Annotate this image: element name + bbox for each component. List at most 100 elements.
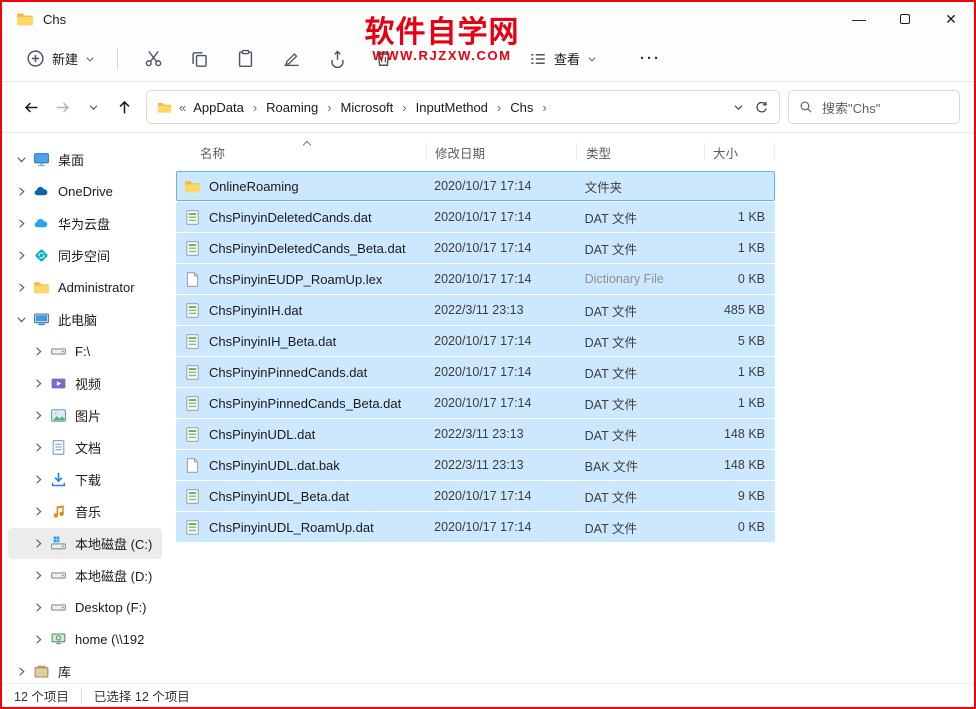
new-button[interactable]: 新建	[16, 42, 105, 75]
breadcrumb-item[interactable]: Chs	[509, 98, 554, 117]
sidebar-item-desktop-f[interactable]: Desktop (F:)	[8, 592, 162, 623]
file-type: DAT 文件	[584, 211, 637, 226]
toolbar-divider	[117, 47, 119, 70]
sidebar-item-huawei-cloud[interactable]: 华为云盘	[8, 208, 162, 239]
ChsPinyinDeletedCands_Beta.dat[interactable]: ChsPinyinDeletedCands_Beta.dat 2020/10/1…	[176, 233, 775, 263]
search-box[interactable]: 搜索"Chs"	[788, 90, 960, 124]
address-bar[interactable]: « AppData Roaming Microsoft InputMethod …	[146, 90, 780, 124]
view-button[interactable]: 查看	[520, 42, 606, 75]
sidebar-item-icon	[33, 151, 50, 168]
share-button[interactable]	[314, 41, 360, 77]
column-header-date[interactable]: 修改日期	[426, 143, 576, 161]
chevron-right-icon[interactable]	[33, 538, 44, 549]
sidebar-item-sync-space[interactable]: 同步空间	[8, 240, 162, 271]
sidebar-item-label: 文档	[75, 441, 102, 456]
ChsPinyinDeletedCands.dat[interactable]: ChsPinyinDeletedCands.dat 2020/10/17 17:…	[176, 202, 775, 232]
breadcrumb-item[interactable]: Roaming	[265, 98, 339, 117]
file-type: DAT 文件	[584, 242, 637, 257]
breadcrumb-item[interactable]: Microsoft	[340, 98, 415, 117]
sidebar-item-drive-f[interactable]: F:\	[8, 336, 162, 367]
paste-button[interactable]	[222, 41, 268, 77]
chevron-right-icon[interactable]	[16, 218, 27, 229]
view-label: 查看	[554, 52, 581, 67]
chevron-right-icon[interactable]	[33, 346, 44, 357]
file-size: 148 KB	[723, 458, 765, 472]
maximize-button[interactable]	[882, 2, 928, 36]
ChsPinyinEUDP_RoamUp.lex[interactable]: ChsPinyinEUDP_RoamUp.lex 2020/10/17 17:1…	[176, 264, 775, 294]
chevron-right-icon[interactable]	[33, 634, 44, 645]
sidebar-item-videos[interactable]: 视频	[8, 368, 162, 399]
items-count: 12 个项目	[14, 690, 69, 704]
up-button[interactable]	[109, 92, 140, 123]
sidebar-item-documents[interactable]: 文档	[8, 432, 162, 463]
column-header-name[interactable]: 名称	[176, 143, 426, 161]
chevron-right-icon[interactable]	[16, 282, 27, 293]
chevron-right-icon[interactable]	[16, 314, 27, 325]
chevron-right-icon[interactable]	[33, 602, 44, 613]
chevron-right-icon[interactable]	[33, 506, 44, 517]
minimize-button[interactable]: —	[836, 2, 882, 36]
toolbar-button-icon	[236, 49, 255, 68]
delete-button[interactable]	[360, 41, 406, 77]
ChsPinyinUDL.dat.bak[interactable]: ChsPinyinUDL.dat.bak 2022/3/11 23:13 BAK…	[176, 450, 775, 480]
sidebar-item-label: 本地磁盘 (D:)	[75, 569, 153, 584]
ChsPinyinUDL_Beta.dat[interactable]: ChsPinyinUDL_Beta.dat 2020/10/17 17:14 D…	[176, 481, 775, 511]
sidebar-item-home-share[interactable]: home (\\192	[8, 624, 162, 655]
sidebar-item-label: OneDrive	[58, 184, 113, 199]
file-name: ChsPinyinIH_Beta.dat	[209, 333, 337, 349]
sidebar-item-label: F:\	[75, 344, 91, 359]
ChsPinyinIH.dat[interactable]: ChsPinyinIH.dat 2022/3/11 23:13 DAT 文件 4…	[176, 295, 775, 325]
sidebar-item-downloads[interactable]: 下载	[8, 464, 162, 495]
sidebar-item-onedrive[interactable]: OneDrive	[8, 176, 162, 207]
recent-locations-button[interactable]	[78, 92, 109, 123]
chevron-right-icon[interactable]	[16, 154, 27, 165]
copy-button[interactable]	[176, 41, 222, 77]
sidebar-item-label: 此电脑	[58, 313, 98, 328]
sidebar-item-this-pc[interactable]: 此电脑	[8, 304, 162, 335]
ChsPinyinPinnedCands_Beta.dat[interactable]: ChsPinyinPinnedCands_Beta.dat 2020/10/17…	[176, 388, 775, 418]
sidebar-item-desktop[interactable]: 桌面	[8, 144, 162, 175]
address-dropdown-icon[interactable]	[733, 102, 744, 113]
column-header-size[interactable]: 大小	[704, 143, 775, 161]
chevron-right-icon[interactable]	[16, 186, 27, 197]
refresh-icon[interactable]	[754, 100, 769, 115]
chevron-right-icon[interactable]	[33, 442, 44, 453]
more-options-button[interactable]: ···	[632, 46, 669, 71]
file-size: 485 KB	[723, 303, 765, 317]
OnlineRoaming[interactable]: OnlineRoaming 2020/10/17 17:14 文件夹	[176, 171, 775, 201]
chevron-right-icon[interactable]	[33, 378, 44, 389]
cut-button[interactable]	[130, 41, 176, 77]
file-date-modified: 2022/3/11 23:13	[434, 427, 524, 441]
file-name-cell: ChsPinyinIH_Beta.dat	[177, 333, 426, 350]
ChsPinyinUDL.dat[interactable]: ChsPinyinUDL.dat 2022/3/11 23:13 DAT 文件 …	[176, 419, 775, 449]
ChsPinyinUDL_RoamUp.dat[interactable]: ChsPinyinUDL_RoamUp.dat 2020/10/17 17:14…	[176, 512, 775, 542]
chevron-right-icon[interactable]	[33, 410, 44, 421]
ChsPinyinIH_Beta.dat[interactable]: ChsPinyinIH_Beta.dat 2020/10/17 17:14 DA…	[176, 326, 775, 356]
breadcrumb-item[interactable]: AppData	[192, 98, 265, 117]
chevron-right-icon[interactable]	[33, 570, 44, 581]
back-button[interactable]	[16, 92, 47, 123]
file-size: 1 KB	[737, 210, 765, 224]
sidebar-item-music[interactable]: 音乐	[8, 496, 162, 527]
rename-button[interactable]	[268, 41, 314, 77]
chevron-right-icon[interactable]	[33, 474, 44, 485]
forward-button[interactable]	[47, 92, 78, 123]
file-icon	[184, 395, 201, 412]
sidebar-item-local-disk-c[interactable]: 本地磁盘 (C:)	[8, 528, 162, 559]
breadcrumb-overflow[interactable]: «	[179, 100, 186, 115]
file-type: Dictionary File	[584, 272, 664, 286]
sidebar-item-pictures[interactable]: 图片	[8, 400, 162, 431]
sidebar-item-libraries[interactable]: 库	[8, 656, 162, 683]
file-icon	[184, 302, 201, 319]
chevron-right-icon[interactable]	[16, 250, 27, 261]
breadcrumb-item[interactable]: InputMethod	[415, 98, 510, 117]
sidebar-item-administrator[interactable]: Administrator	[8, 272, 162, 303]
sidebar-item-local-disk-d[interactable]: 本地磁盘 (D:)	[8, 560, 162, 591]
close-button[interactable]: ✕	[928, 2, 974, 36]
file-type: BAK 文件	[584, 459, 639, 474]
ChsPinyinPinnedCands.dat[interactable]: ChsPinyinPinnedCands.dat 2020/10/17 17:1…	[176, 357, 775, 387]
command-bar: 新建 查看 ···	[2, 36, 974, 82]
sidebar-item-icon	[50, 599, 67, 616]
column-header-type[interactable]: 类型	[576, 143, 704, 161]
chevron-right-icon[interactable]	[16, 666, 27, 677]
